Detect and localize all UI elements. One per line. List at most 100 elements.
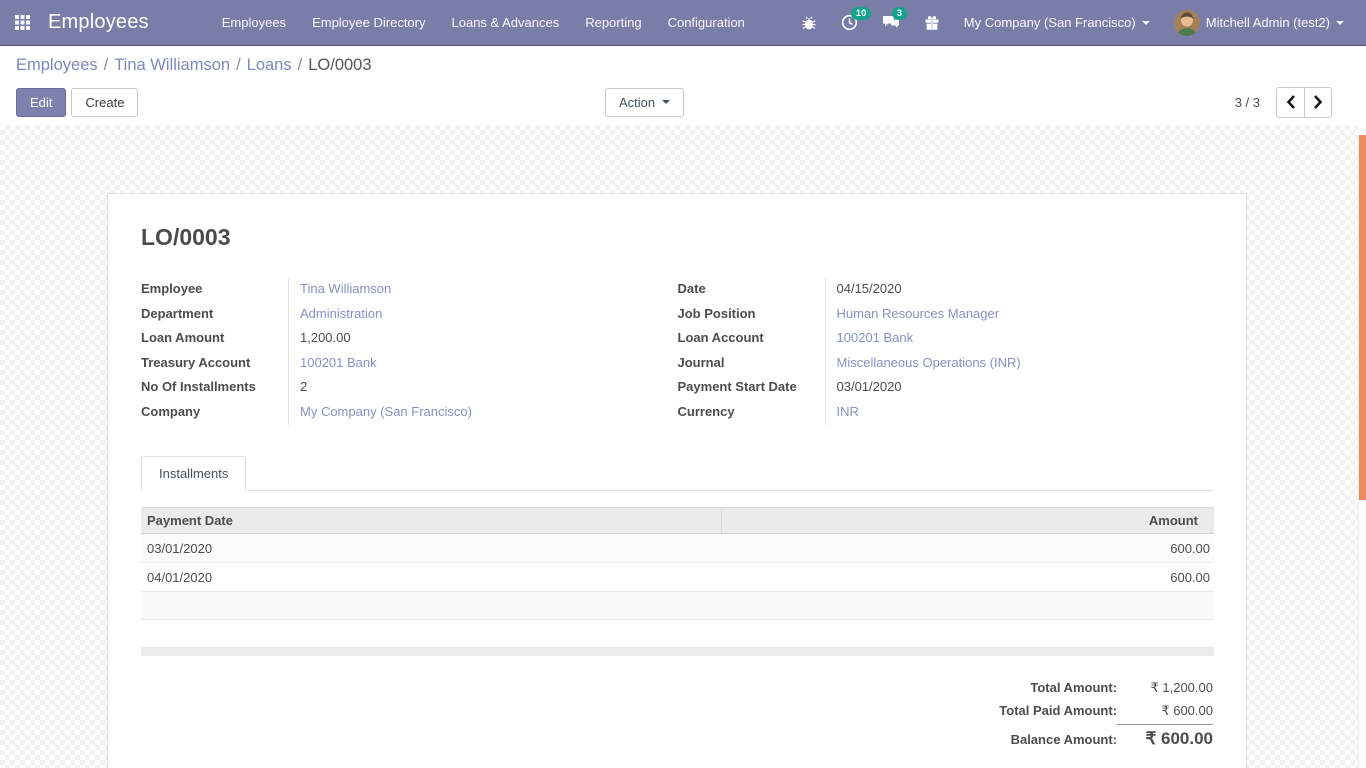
breadcrumb: Employees/Tina Williamson/Loans/LO/0003: [16, 56, 1350, 75]
table-footer-band: [141, 648, 1214, 656]
breadcrumb-current: LO/0003: [308, 56, 371, 74]
field-value-no-of-installments: 2: [289, 376, 307, 397]
balance-amount-row: Balance Amount: ₹ 600.00: [1011, 724, 1213, 749]
menu-configuration[interactable]: Configuration: [655, 0, 758, 45]
chevron-left-icon: [1286, 95, 1296, 109]
field-label-journal: Journal: [678, 352, 826, 377]
user-name: Mitchell Admin (test2): [1206, 15, 1330, 30]
field-label-job-position: Job Position: [678, 303, 826, 328]
field-value-loan-amount: 1,200.00: [289, 327, 351, 348]
field-value-loan-account[interactable]: 100201 Bank: [826, 327, 914, 348]
field-label-currency: Currency: [678, 401, 826, 426]
field-column-right: Date04/15/2020 Job PositionHuman Resourc…: [678, 278, 1214, 425]
pager-previous-button[interactable]: [1276, 87, 1304, 118]
cell-amount: 600.00: [722, 570, 1214, 585]
pager-count: 3 / 3: [1235, 95, 1260, 110]
field-label-treasury-account: Treasury Account: [141, 352, 289, 377]
total-amount-row: Total Amount: ₹ 1,200.00: [1030, 680, 1213, 696]
chevron-down-icon: [662, 100, 670, 104]
field-label-company: Company: [141, 401, 289, 426]
action-dropdown-button[interactable]: Action: [605, 88, 684, 117]
messages-chat-icon[interactable]: 3: [870, 0, 912, 45]
notebook-tabs: Installments: [141, 456, 1213, 491]
column-header-payment-date[interactable]: Payment Date: [141, 508, 722, 533]
messages-count-badge: 3: [892, 7, 907, 20]
balance-amount-label: Balance Amount:: [1011, 732, 1117, 747]
grants-gift-icon[interactable]: [912, 0, 952, 45]
field-label-loan-amount: Loan Amount: [141, 327, 289, 352]
cell-amount: 600.00: [722, 541, 1214, 556]
field-value-employee[interactable]: Tina Williamson: [289, 278, 391, 299]
field-value-treasury-account[interactable]: 100201 Bank: [289, 352, 377, 373]
create-button[interactable]: Create: [71, 88, 138, 117]
apps-menu-icon[interactable]: [0, 0, 44, 46]
record-title: LO/0003: [141, 224, 1213, 251]
cell-payment-date: 04/01/2020: [141, 570, 722, 585]
table-row[interactable]: 03/01/2020 600.00: [141, 534, 1214, 563]
grid-icon: [15, 15, 30, 30]
table-row[interactable]: 04/01/2020 600.00: [141, 563, 1214, 592]
edit-button[interactable]: Edit: [16, 88, 66, 117]
chevron-right-icon: [1313, 95, 1323, 109]
field-label-employee: Employee: [141, 278, 289, 303]
breadcrumb-loans[interactable]: Loans: [247, 56, 292, 74]
field-column-left: EmployeeTina Williamson DepartmentAdmini…: [141, 278, 677, 425]
chevron-down-icon: [1336, 21, 1344, 25]
cell-payment-date: 03/01/2020: [141, 541, 722, 556]
menu-employees[interactable]: Employees: [209, 0, 299, 45]
field-label-payment-start-date: Payment Start Date: [678, 376, 826, 401]
field-label-department: Department: [141, 303, 289, 328]
total-paid-amount-label: Total Paid Amount:: [999, 703, 1117, 718]
main-menu: Employees Employee Directory Loans & Adv…: [209, 0, 758, 45]
form-sheet: LO/0003 EmployeeTina Williamson Departme…: [107, 193, 1247, 768]
column-header-amount[interactable]: Amount: [722, 508, 1214, 533]
field-value-currency[interactable]: INR: [826, 401, 859, 422]
top-navbar: Employees Employees Employee Directory L…: [0, 0, 1366, 46]
navbar-systray: 10 3 My Company (San Francisco): [789, 0, 1366, 45]
total-paid-amount-value: ₹ 600.00: [1117, 703, 1213, 719]
total-amount-label: Total Amount:: [1030, 680, 1117, 695]
field-value-journal[interactable]: Miscellaneous Operations (INR): [826, 352, 1021, 373]
breadcrumb-tina-williamson[interactable]: Tina Williamson: [114, 56, 230, 74]
vertical-scrollbar-thumb[interactable]: [1359, 135, 1366, 500]
user-menu[interactable]: Mitchell Admin (test2): [1162, 0, 1356, 45]
menu-loans-advances[interactable]: Loans & Advances: [439, 0, 573, 45]
total-paid-amount-row: Total Paid Amount: ₹ 600.00: [999, 703, 1213, 719]
field-value-company[interactable]: My Company (San Francisco): [289, 401, 472, 422]
action-label: Action: [619, 95, 655, 110]
pager: 3 / 3: [1235, 87, 1350, 118]
installments-table: Payment Date Amount 03/01/2020 600.00 04…: [141, 507, 1214, 656]
field-value-job-position[interactable]: Human Resources Manager: [826, 303, 1000, 324]
control-panel-buttons-row: Edit Create Action 3 / 3: [16, 86, 1350, 118]
form-view-background: LO/0003 EmployeeTina Williamson Departme…: [0, 125, 1358, 768]
field-label-loan-account: Loan Account: [678, 327, 826, 352]
pager-buttons: [1276, 87, 1332, 118]
company-name: My Company (San Francisco): [964, 15, 1136, 30]
breadcrumb-separator: /: [230, 56, 247, 74]
table-empty-row: [141, 592, 1214, 620]
company-switcher[interactable]: My Company (San Francisco): [952, 0, 1162, 45]
breadcrumb-separator: /: [292, 56, 309, 74]
debug-bug-icon[interactable]: [789, 0, 829, 45]
field-value-date: 04/15/2020: [826, 278, 902, 299]
pager-next-button[interactable]: [1304, 87, 1332, 118]
chevron-down-icon: [1142, 21, 1150, 25]
breadcrumb-employees[interactable]: Employees: [16, 56, 98, 74]
field-label-date: Date: [678, 278, 826, 303]
field-value-department[interactable]: Administration: [289, 303, 382, 324]
totals-summary: Total Amount: ₹ 1,200.00 Total Paid Amou…: [141, 680, 1213, 756]
total-amount-value: ₹ 1,200.00: [1117, 680, 1213, 696]
field-value-payment-start-date: 03/01/2020: [826, 376, 902, 397]
app-title[interactable]: Employees: [44, 11, 163, 34]
balance-amount-value: ₹ 600.00: [1117, 724, 1213, 749]
avatar: [1174, 10, 1200, 36]
vertical-scrollbar-track[interactable]: [1358, 135, 1366, 768]
table-empty-row: [141, 620, 1214, 648]
menu-employee-directory[interactable]: Employee Directory: [299, 0, 438, 45]
tab-installments[interactable]: Installments: [141, 456, 246, 491]
activities-count-badge: 10: [851, 7, 872, 20]
table-header-row: Payment Date Amount: [141, 507, 1214, 534]
activities-clock-icon[interactable]: 10: [829, 0, 870, 45]
breadcrumb-separator: /: [98, 56, 115, 74]
menu-reporting[interactable]: Reporting: [572, 0, 654, 45]
